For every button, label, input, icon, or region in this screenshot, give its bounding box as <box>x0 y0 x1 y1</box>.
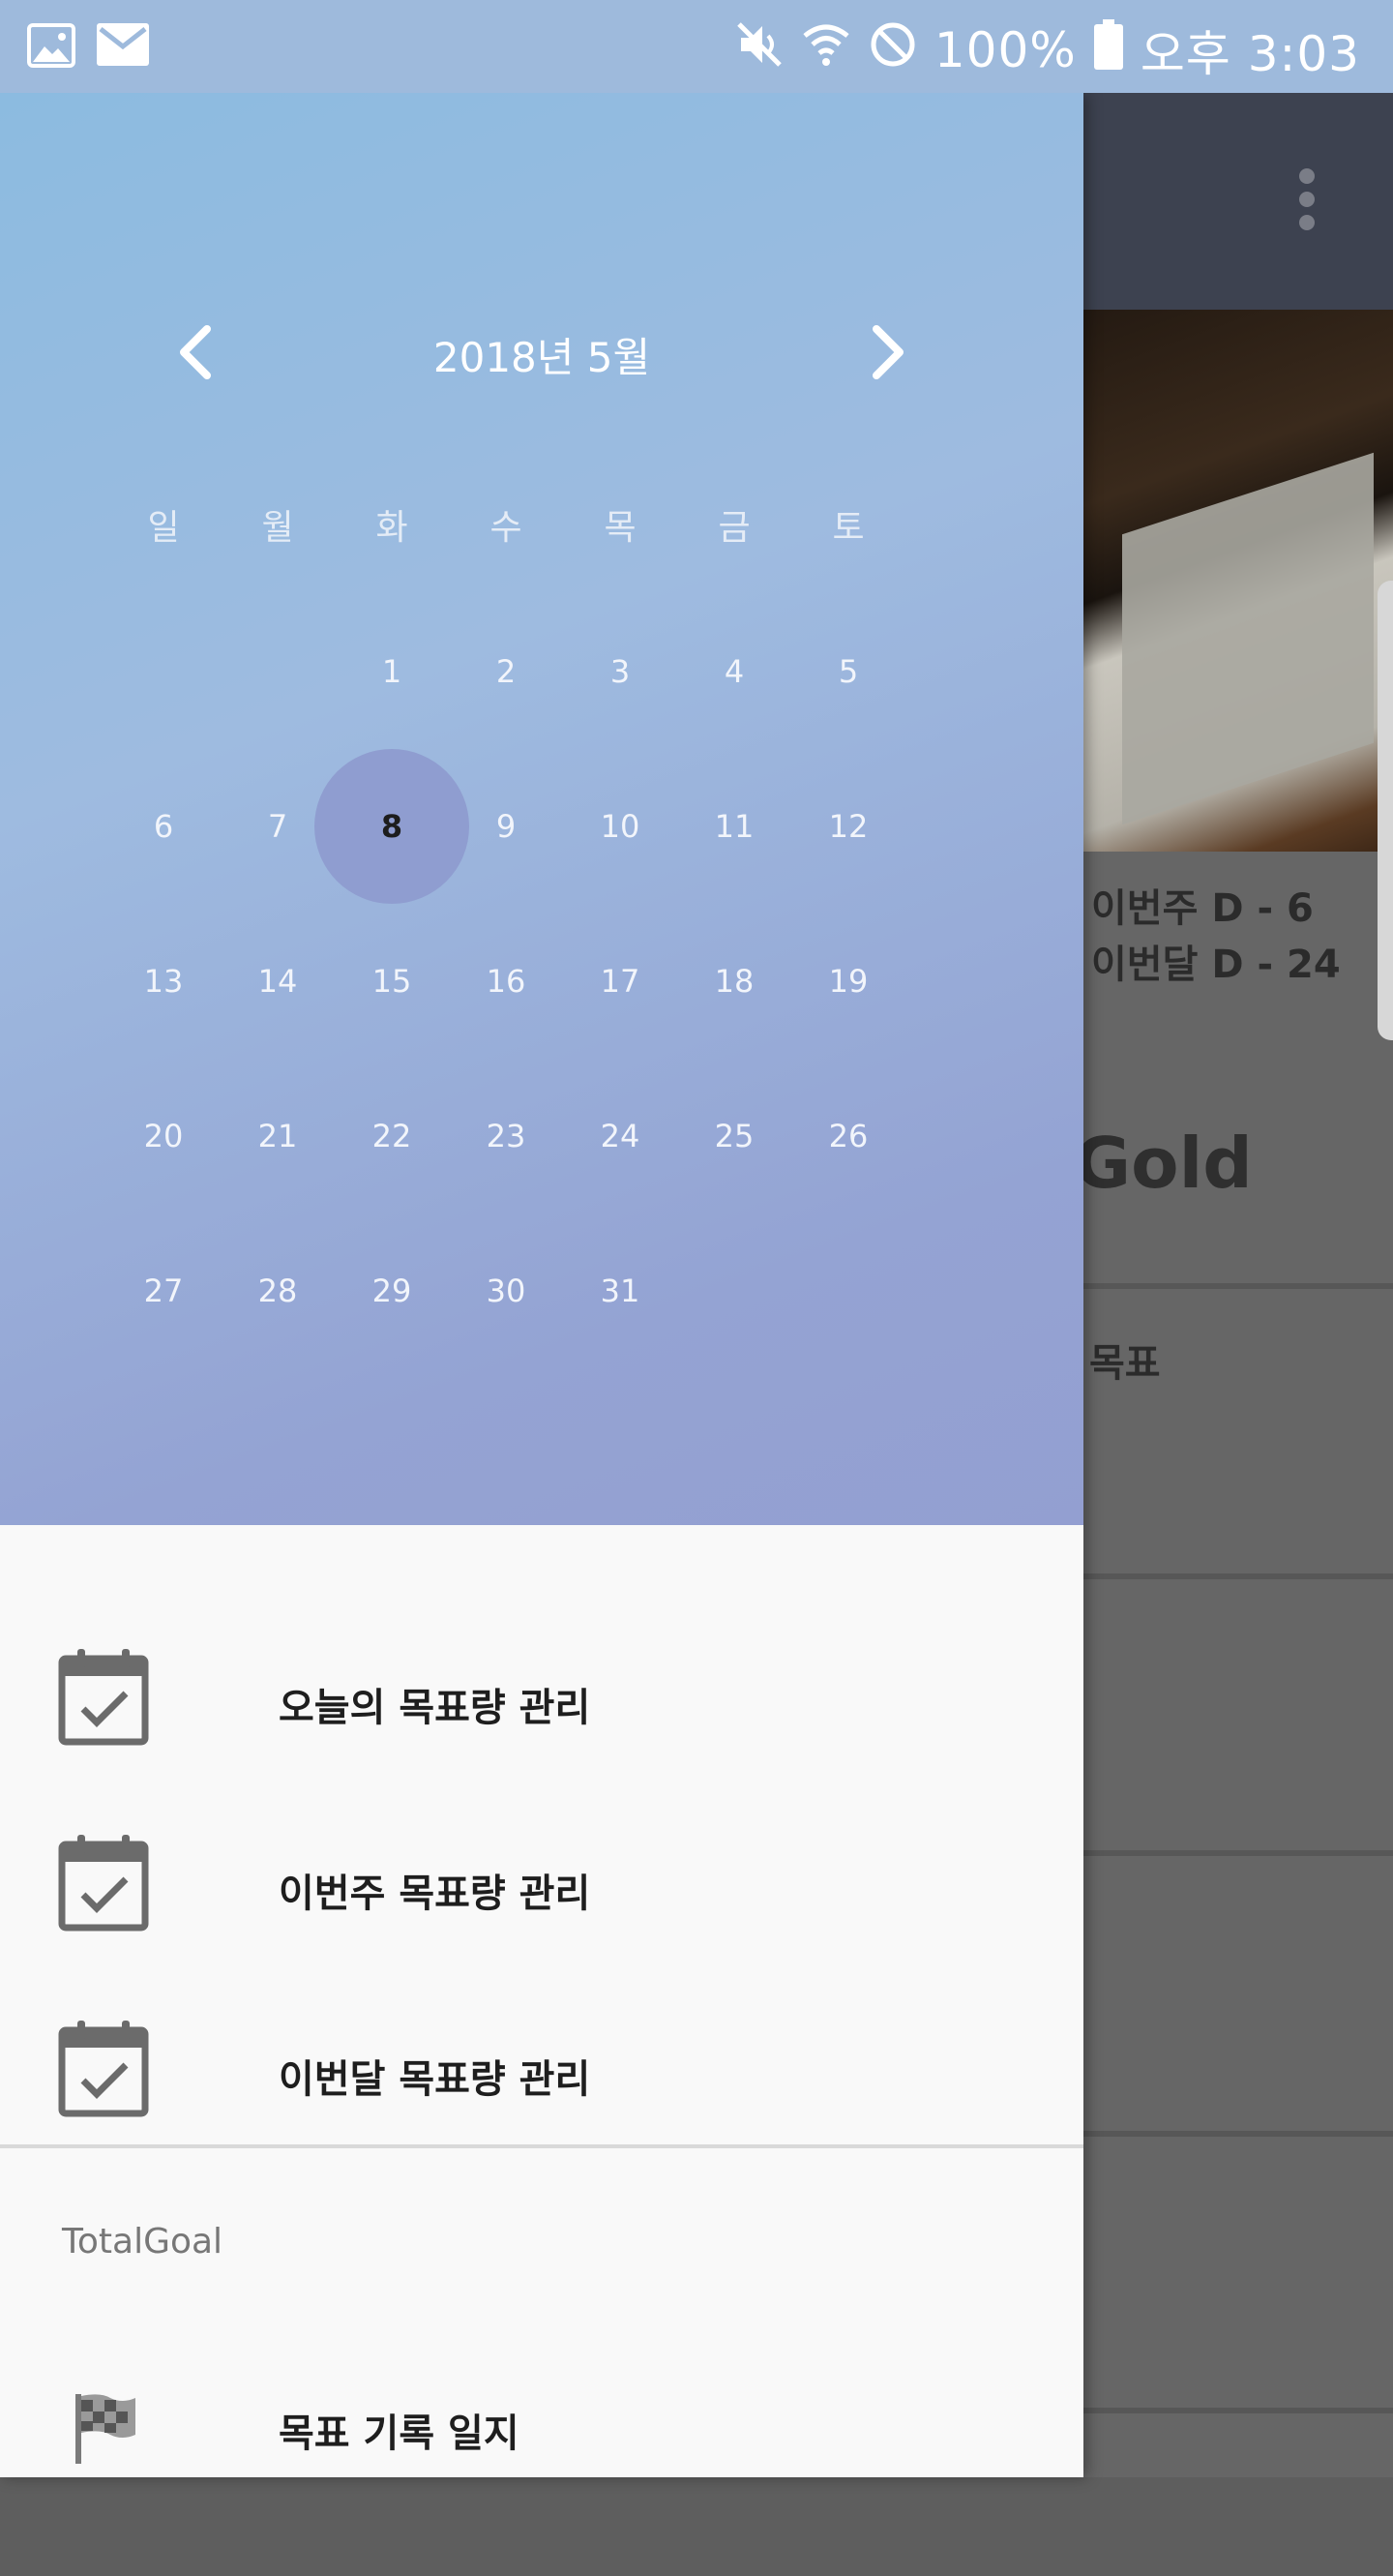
calendar-day[interactable]: 15 <box>335 952 449 1010</box>
weekday-label: 목 <box>604 508 637 548</box>
status-bar: 100% 오후 3:03 <box>0 0 1393 93</box>
weekday-label: 월 <box>261 508 294 548</box>
menu-item-month-goal[interactable]: 이번달 목표량 관리 <box>0 2021 1083 2204</box>
clock: 오후 3:03 <box>1140 26 1360 82</box>
calendar-day <box>106 643 221 701</box>
calendar-week: 1 2 3 4 5 <box>106 643 987 701</box>
next-month-button[interactable] <box>859 323 917 381</box>
calendar-day[interactable]: 29 <box>335 1262 449 1320</box>
calendar-day[interactable]: 2 <box>449 643 563 701</box>
calendar-day[interactable]: 19 <box>791 952 905 1010</box>
weekday-row: 일 월 화 수 목 금 토 <box>106 499 987 550</box>
calendar-day[interactable]: 23 <box>449 1107 563 1165</box>
calendar-week: 20 21 22 23 24 25 26 <box>106 1107 987 1165</box>
calendar-day[interactable]: 9 <box>449 797 563 855</box>
goal-label: 목표 <box>1089 1341 1161 1386</box>
calendar-week: 13 14 15 16 17 18 19 <box>106 952 987 1010</box>
divider <box>1083 1283 1393 1289</box>
calendar-day[interactable]: 4 <box>677 643 791 701</box>
calendar-week: 6 7 8 9 10 11 12 <box>106 749 987 904</box>
calendar-day[interactable]: 6 <box>106 797 221 855</box>
calendar-day <box>221 643 335 701</box>
gold-label: Gold <box>1074 1123 1253 1204</box>
menu-item-label: 오늘의 목표량 관리 <box>279 1686 591 1730</box>
drawer-divider <box>0 2144 1083 2148</box>
calendar-day[interactable]: 21 <box>221 1107 335 1165</box>
wifi-icon <box>801 20 851 80</box>
checkered-flag-icon <box>72 2392 139 2466</box>
menu-item-goal-log[interactable]: 목표 기록 일지 <box>0 2392 1083 2576</box>
weekday-label: 화 <box>375 508 408 548</box>
calendar-day <box>791 1262 905 1320</box>
calendar-day[interactable]: 11 <box>677 797 791 855</box>
calendar-day[interactable]: 22 <box>335 1107 449 1165</box>
calendar-day[interactable]: 28 <box>221 1262 335 1320</box>
calendar-week: 27 28 29 30 31 <box>106 1262 987 1320</box>
divider <box>1083 1573 1393 1579</box>
calendar-day[interactable]: 10 <box>563 797 677 855</box>
calendar-day[interactable]: 12 <box>791 797 905 855</box>
menu-item-today-goal[interactable]: 오늘의 목표량 관리 <box>0 1649 1083 1833</box>
chevron-right-icon <box>873 325 904 379</box>
calendar-check-icon <box>58 2021 151 2117</box>
mute-icon <box>735 20 784 80</box>
weekday-label: 금 <box>718 508 751 548</box>
battery-icon <box>1093 19 1123 81</box>
calendar-day[interactable]: 17 <box>563 952 677 1010</box>
calendar-day[interactable]: 27 <box>106 1262 221 1320</box>
calendar-day[interactable]: 20 <box>106 1107 221 1165</box>
menu-item-week-goal[interactable]: 이번주 목표량 관리 <box>0 1835 1083 2019</box>
divider <box>1083 2408 1393 2413</box>
calendar-month-title: 2018년 5월 <box>432 334 651 381</box>
calendar-day[interactable]: 24 <box>563 1107 677 1165</box>
navigation-drawer: 2018년 5월 일 월 화 수 목 금 토 1 2 3 4 5 6 7 8 9 <box>0 93 1083 2477</box>
weekday-label: 수 <box>489 508 522 548</box>
calendar-day[interactable]: 25 <box>677 1107 791 1165</box>
weekday-label: 일 <box>147 508 180 548</box>
image-icon <box>27 23 75 72</box>
calendar-day[interactable]: 5 <box>791 643 905 701</box>
mail-icon <box>97 23 149 72</box>
calendar-day[interactable]: 14 <box>221 952 335 1010</box>
divider <box>1083 2131 1393 2137</box>
section-title-totalgoal: TotalGoal <box>62 2222 223 2261</box>
calendar-day[interactable]: 13 <box>106 952 221 1010</box>
calendar-day-selected[interactable]: 8 <box>314 749 469 904</box>
do-not-disturb-icon <box>869 20 917 80</box>
battery-percent: 100% <box>934 22 1077 78</box>
dday-month: 이번달 D - 24 <box>1091 943 1341 987</box>
menu-item-label: 이번달 목표량 관리 <box>279 2057 591 2102</box>
calendar-day[interactable]: 26 <box>791 1107 905 1165</box>
header-photo <box>1083 310 1393 852</box>
calendar-day[interactable]: 16 <box>449 952 563 1010</box>
previous-month-button[interactable] <box>166 323 224 381</box>
calendar-day[interactable]: 30 <box>449 1262 563 1320</box>
menu-item-label: 목표 기록 일지 <box>279 2411 519 2456</box>
calendar-day <box>677 1262 791 1320</box>
scroll-handle[interactable] <box>1378 581 1393 1040</box>
weekday-label: 토 <box>832 508 865 548</box>
calendar-day[interactable]: 1 <box>335 643 449 701</box>
menu-item-label: 이번주 목표량 관리 <box>279 1872 591 1916</box>
calendar-day[interactable]: 3 <box>563 643 677 701</box>
more-options-icon[interactable] <box>1283 163 1331 236</box>
chevron-left-icon <box>180 325 211 379</box>
calendar-check-icon <box>58 1649 151 1746</box>
dday-week: 이번주 D - 6 <box>1091 886 1314 931</box>
calendar-day[interactable]: 18 <box>677 952 791 1010</box>
calendar-day[interactable]: 31 <box>563 1262 677 1320</box>
calendar-header: 2018년 5월 일 월 화 수 목 금 토 1 2 3 4 5 6 7 8 9 <box>0 93 1083 1525</box>
divider <box>1083 1850 1393 1856</box>
calendar-check-icon <box>58 1835 151 1932</box>
